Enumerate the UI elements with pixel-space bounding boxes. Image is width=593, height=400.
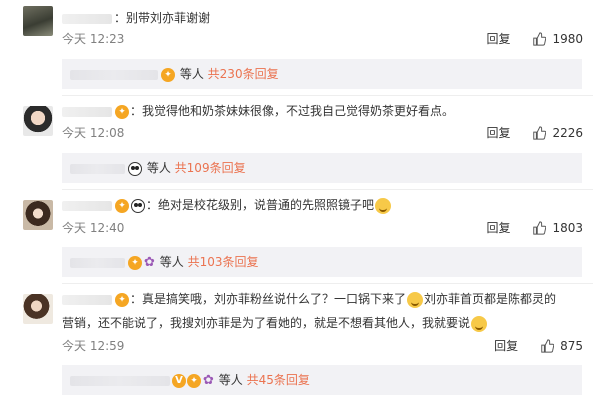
- like-button[interactable]: 875: [540, 338, 583, 354]
- flower-icon: ✿: [144, 254, 155, 270]
- vip-badge-icon: ✦: [115, 104, 129, 119]
- thumb-up-icon: [541, 339, 555, 353]
- replier-names: [70, 163, 125, 174]
- reply-button[interactable]: 回复: [486, 125, 510, 141]
- sub-reply-count[interactable]: 共230条回复: [208, 67, 279, 81]
- avatar[interactable]: [23, 200, 53, 230]
- comment-text: ：真是搞笑哦，刘亦菲粉丝说什么了？一口锅下来了: [130, 292, 407, 306]
- vip-badge-icon: ✦: [128, 255, 142, 270]
- sub-reply-people: 等人: [179, 67, 204, 81]
- comment-text: ：我觉得他和奶茶妹妹很像，不过我自己觉得奶茶更好看点。: [130, 104, 455, 118]
- like-count: 1980: [552, 32, 583, 46]
- avatar[interactable]: [23, 6, 53, 36]
- like-count: 2226: [552, 126, 583, 140]
- divider: [62, 283, 593, 284]
- smile-emoji-icon: [471, 315, 488, 332]
- thumb-up-icon: [533, 32, 547, 46]
- comment-text-line2: 营销，还不能说了，我搜刘亦菲是为了看她的，就是不想看其他人，我就要说: [62, 316, 471, 330]
- flower-icon: ✿: [203, 372, 214, 388]
- timestamp: 今天 12:08: [62, 126, 125, 140]
- like-count: 1803: [552, 221, 583, 235]
- vip-badge-icon: ✦: [187, 373, 201, 388]
- sub-reply-people: 等人: [146, 161, 171, 175]
- replier-names: [70, 69, 158, 80]
- vip-badge-icon: ✦: [115, 198, 129, 213]
- comment-actions: 回复 1980: [486, 31, 583, 47]
- sub-reply-count[interactable]: 共109条回复: [175, 161, 246, 175]
- divider: [62, 189, 593, 190]
- sub-reply-people: 等人: [218, 373, 243, 387]
- panda-icon: [128, 161, 142, 176]
- username[interactable]: [62, 294, 112, 305]
- comment-text: ：绝对是校花级别，说普通的先照照镜子吧: [146, 198, 375, 212]
- sub-reply-summary[interactable]: ✦ 等人 共230条回复: [62, 59, 582, 89]
- username[interactable]: [62, 106, 112, 117]
- like-button[interactable]: 2226: [532, 125, 583, 141]
- comment-actions: 回复 1803: [486, 220, 583, 236]
- comment-content: ✦ ：绝对是校花级别，说普通的先照照镜子吧: [62, 195, 392, 215]
- sub-reply-summary[interactable]: V ✦ ✿ 等人 共45条回复: [62, 365, 582, 395]
- thumb-up-icon: [533, 126, 547, 140]
- reply-button[interactable]: 回复: [494, 338, 518, 354]
- divider: [62, 95, 593, 96]
- timestamp: 今天 12:59: [62, 339, 125, 353]
- comment-content-line2: 营销，还不能说了，我搜刘亦菲是为了看她的，就是不想看其他人，我就要说: [62, 313, 488, 333]
- sub-reply-count[interactable]: 共45条回复: [247, 373, 310, 387]
- username[interactable]: [62, 13, 112, 24]
- smile-emoji-icon: [375, 197, 392, 214]
- avatar[interactable]: [23, 294, 53, 324]
- username[interactable]: [62, 200, 112, 211]
- surprised-emoji-icon: [407, 291, 424, 308]
- comment-actions: 回复 875: [494, 338, 583, 354]
- comment-actions: 回复 2226: [486, 125, 583, 141]
- comment-text: ：别带刘亦菲谢谢: [114, 11, 211, 25]
- comment-content: ：别带刘亦菲谢谢: [62, 8, 210, 28]
- timestamp: 今天 12:23: [62, 32, 125, 46]
- sub-reply-summary[interactable]: ✦ ✿ 等人 共103条回复: [62, 247, 582, 277]
- sub-reply-people: 等人: [159, 255, 184, 269]
- vip-badge-icon: ✦: [115, 292, 129, 307]
- replier-names: [70, 257, 125, 268]
- comment-text-cont: 刘亦菲首页都是陈都灵的: [424, 292, 557, 306]
- thumb-up-icon: [533, 221, 547, 235]
- reply-button[interactable]: 回复: [486, 220, 510, 236]
- avatar[interactable]: [23, 106, 53, 136]
- replier-names: [70, 375, 170, 386]
- comment-content: ✦ ：真是搞笑哦，刘亦菲粉丝说什么了？一口锅下来了 刘亦菲首页都是陈都灵的: [62, 289, 556, 309]
- like-button[interactable]: 1980: [532, 31, 583, 47]
- timestamp: 今天 12:40: [62, 221, 125, 235]
- like-count: 875: [560, 339, 583, 353]
- sub-reply-summary[interactable]: 等人 共109条回复: [62, 153, 582, 183]
- v-badge-icon: V: [172, 373, 186, 388]
- comment-content: ✦ ：我觉得他和奶茶妹妹很像，不过我自己觉得奶茶更好看点。: [62, 101, 454, 121]
- panda-icon: [131, 198, 145, 213]
- sub-reply-count[interactable]: 共103条回复: [188, 255, 259, 269]
- like-button[interactable]: 1803: [532, 220, 583, 236]
- reply-button[interactable]: 回复: [486, 31, 510, 47]
- vip-badge-icon: ✦: [161, 67, 175, 82]
